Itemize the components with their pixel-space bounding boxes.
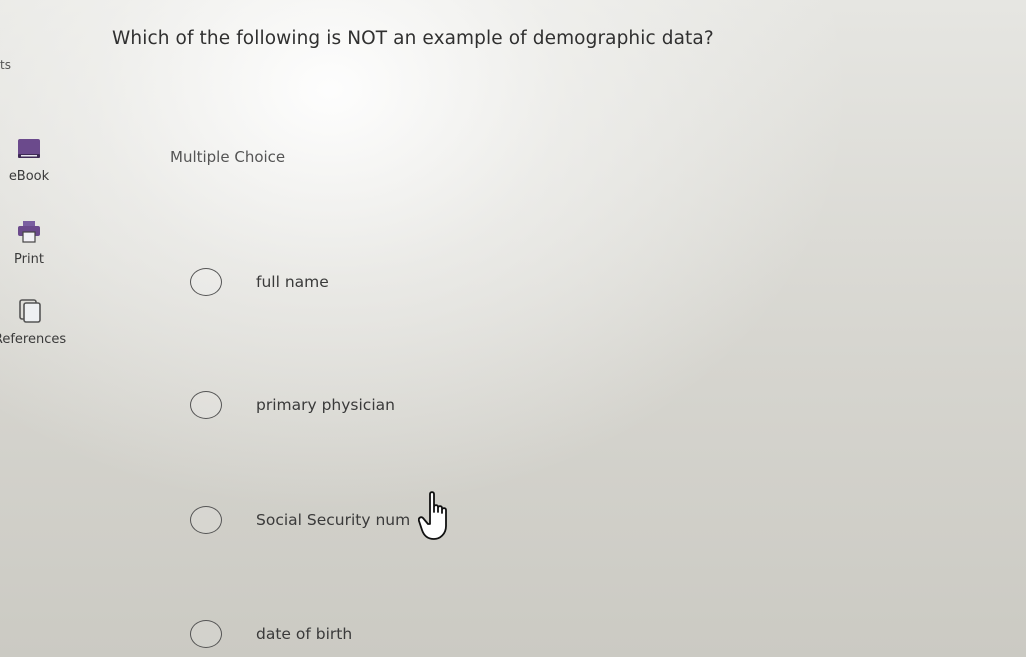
hand-pointer-cursor-icon: [417, 490, 460, 546]
points-label: ts: [0, 58, 11, 72]
answer-option[interactable]: primary physician: [190, 385, 395, 425]
answer-option[interactable]: full name: [190, 262, 329, 302]
sidebar-item-label: Print: [14, 252, 44, 267]
answer-option-label: primary physician: [256, 396, 395, 414]
radio-button[interactable]: [190, 506, 222, 534]
sidebar-item-label: eBook: [8, 169, 50, 184]
question-type-label: Multiple Choice: [170, 148, 286, 166]
radio-button[interactable]: [190, 391, 222, 419]
answer-option[interactable]: date of birth: [190, 614, 352, 654]
printer-icon: [4, 220, 54, 248]
answer-option-label: date of birth: [256, 625, 353, 643]
references-icon: [0, 298, 72, 328]
sidebar-item-label: References: [0, 332, 67, 347]
sidebar-item-references[interactable]: References: [0, 298, 72, 347]
radio-button[interactable]: [190, 620, 222, 648]
answer-option[interactable]: Social Security num: [190, 500, 414, 540]
radio-button[interactable]: [190, 268, 222, 296]
question-text: Which of the following is NOT an example…: [112, 28, 714, 49]
book-icon: [0, 137, 58, 165]
sidebar-item-print[interactable]: Print: [4, 220, 54, 267]
answer-option-label: Social Security num: [256, 511, 411, 529]
sidebar-item-ebook[interactable]: eBook: [0, 137, 58, 184]
answer-option-label: full name: [256, 273, 329, 291]
